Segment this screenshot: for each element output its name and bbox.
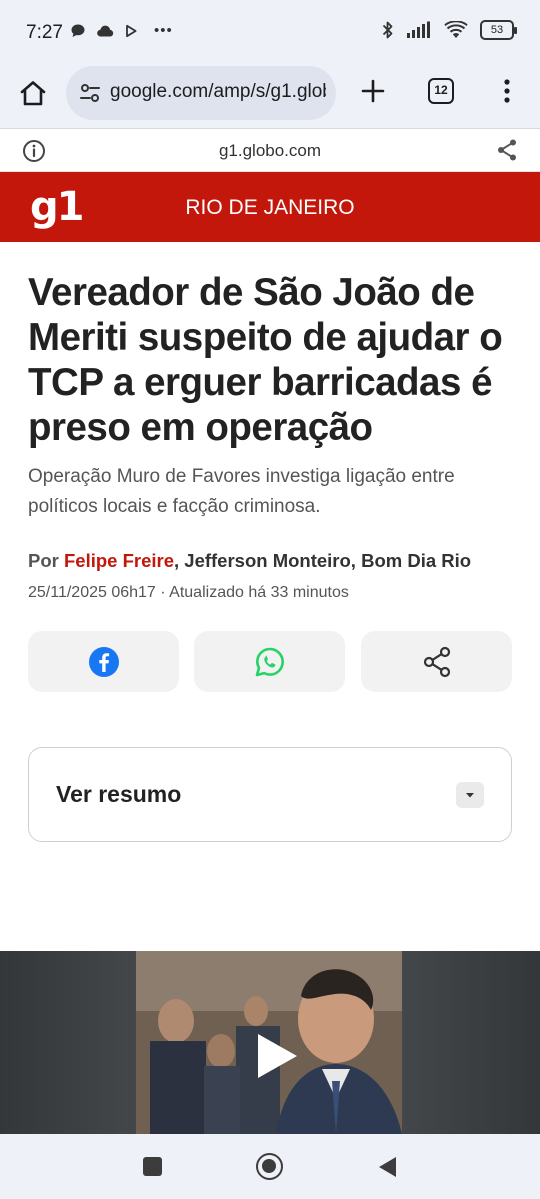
home-icon <box>20 81 46 106</box>
url-text[interactable]: google.com/amp/s/g1.globo.com <box>110 81 326 103</box>
author-link[interactable]: Felipe Freire <box>64 550 174 571</box>
whatsapp-share-button[interactable] <box>194 631 345 692</box>
browser-home-button[interactable] <box>16 76 50 110</box>
browser-toolbar: google.com/amp/s/g1.globo.com 12 <box>0 62 540 128</box>
chat-bubble-icon <box>71 24 85 37</box>
video-blur-left <box>0 951 136 1134</box>
signal-icon <box>407 21 430 38</box>
battery-icon: 53 <box>480 20 517 40</box>
share-icon[interactable] <box>496 138 518 162</box>
article-headline: Vereador de São João de Meriti suspeito … <box>28 271 503 449</box>
new-tab-button[interactable] <box>356 74 390 108</box>
video-blur-right <box>402 951 540 1134</box>
facebook-icon <box>88 646 119 677</box>
byline-prefix: Por <box>28 550 59 571</box>
wifi-icon <box>444 21 468 38</box>
system-navigation-bar <box>0 1134 540 1199</box>
bluetooth-icon <box>382 21 393 39</box>
tune-icon[interactable] <box>78 81 102 105</box>
tabs-icon[interactable]: 12 <box>428 78 454 104</box>
video-player[interactable] <box>0 951 540 1134</box>
status-time: 7:27 <box>26 22 63 43</box>
caret-down-icon[interactable] <box>456 782 484 808</box>
generic-share-button[interactable] <box>361 631 512 692</box>
summary-accordion[interactable]: Ver resumo <box>28 747 512 842</box>
plus-icon <box>361 79 385 103</box>
cloud-icon <box>97 25 114 36</box>
facebook-share-button[interactable] <box>28 631 179 692</box>
share-icon <box>423 646 450 677</box>
whatsapp-icon <box>255 647 284 676</box>
other-authors: , Jefferson Monteiro, Bom Dia Rio <box>174 550 472 571</box>
amp-domain[interactable]: g1.globo.com <box>0 141 540 161</box>
amp-viewer-bar: g1.globo.com <box>0 128 540 172</box>
more-notifications: ••• <box>154 22 173 39</box>
more-vertical-icon[interactable] <box>496 76 518 106</box>
summary-label[interactable]: Ver resumo <box>56 781 181 808</box>
address-bar[interactable]: google.com/amp/s/g1.globo.com <box>66 66 336 120</box>
status-bar: 7:27 ••• 53 <box>0 0 540 62</box>
article-byline: Por Felipe Freire, Jefferson Monteiro, B… <box>28 550 528 572</box>
status-system-icons: 53 <box>382 20 517 40</box>
play-store-icon <box>126 24 137 37</box>
article-subtitle: Operação Muro de Favores investiga ligaç… <box>28 466 455 517</box>
play-icon[interactable] <box>252 1031 300 1081</box>
home-circle-icon[interactable] <box>256 1153 283 1180</box>
status-notification-icons: ••• <box>70 22 173 39</box>
recent-apps-icon[interactable] <box>143 1157 162 1176</box>
section-title[interactable]: RIO DE JANEIRO <box>0 196 540 220</box>
back-icon[interactable] <box>377 1156 397 1178</box>
g1-header: g1 RIO DE JANEIRO <box>0 172 540 242</box>
article-dateline: 25/11/2025 06h17 · Atualizado há 33 minu… <box>28 584 349 601</box>
